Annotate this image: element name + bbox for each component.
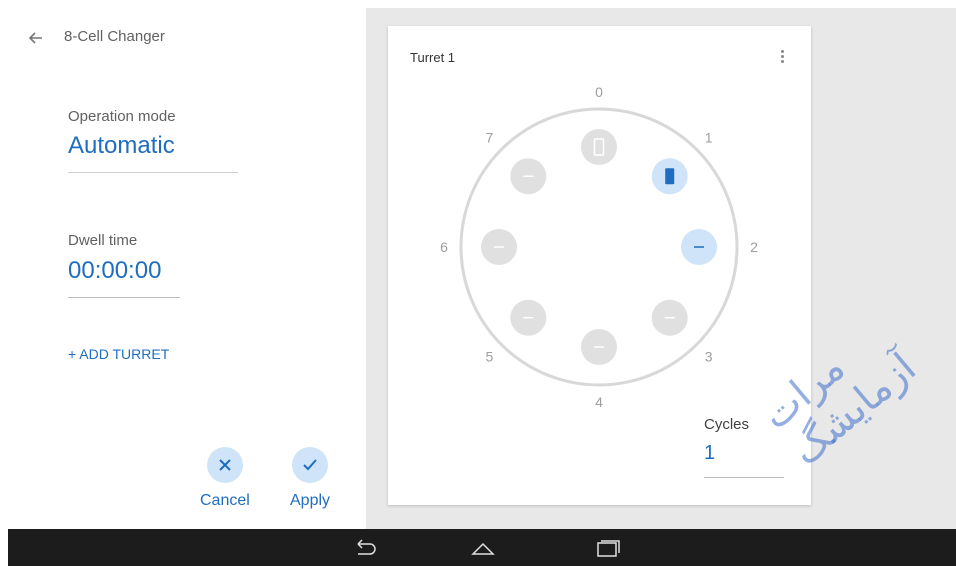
- cycles-underline: [704, 477, 784, 478]
- slot-number-5: 5: [486, 349, 494, 365]
- nav-recents-icon[interactable]: [594, 538, 620, 558]
- system-navbar: [8, 529, 956, 566]
- cancel-label[interactable]: Cancel: [200, 492, 250, 510]
- cycles-input[interactable]: 1: [704, 442, 715, 465]
- operation-mode-label: Operation mode: [68, 108, 176, 125]
- dwell-time-label: Dwell time: [68, 232, 138, 249]
- slot-number-4: 4: [595, 394, 603, 410]
- turret-wheel: 0 1 2 3 4 5 6 7: [440, 84, 758, 410]
- slot-number-1: 1: [705, 129, 713, 145]
- app-window: 8-Cell Changer Operation mode Automatic …: [8, 8, 956, 566]
- nav-home-icon[interactable]: [470, 538, 496, 558]
- slot-number-2: 2: [750, 239, 758, 255]
- turret-slot-2[interactable]: [681, 229, 717, 265]
- apply-button[interactable]: [292, 447, 328, 483]
- settings-panel: 8-Cell Changer Operation mode Automatic …: [8, 8, 366, 529]
- cycles-label: Cycles: [704, 416, 750, 433]
- cancel-button[interactable]: [207, 447, 243, 483]
- slot-number-0: 0: [595, 84, 603, 100]
- slot-number-6: 6: [440, 239, 448, 255]
- add-turret-button[interactable]: + ADD TURRET: [68, 346, 169, 362]
- turret-slot-1[interactable]: [651, 158, 688, 195]
- page-title: 8-Cell Changer: [64, 28, 165, 45]
- operation-mode-value[interactable]: Automatic: [68, 132, 175, 160]
- apply-label[interactable]: Apply: [290, 492, 330, 510]
- slot-number-3: 3: [705, 349, 713, 365]
- dwell-time-input[interactable]: 00:00:00: [68, 257, 161, 285]
- turret-slot-6[interactable]: [481, 229, 517, 265]
- dwell-time-underline: [68, 297, 180, 298]
- turret-slot-4[interactable]: [581, 329, 617, 365]
- check-icon: [303, 459, 317, 471]
- close-icon: [219, 459, 231, 471]
- cuvette-icon: [665, 168, 675, 185]
- nav-back-icon[interactable]: [352, 538, 378, 558]
- turret-card: Turret 1 01234567 Cycles 1: [388, 26, 811, 505]
- operation-mode-underline: [68, 172, 238, 173]
- turret-slot-7[interactable]: [510, 158, 547, 195]
- arrow-left-icon[interactable]: [26, 28, 46, 48]
- turret-slot-0[interactable]: [581, 129, 617, 165]
- turret-slot-3[interactable]: [651, 299, 688, 336]
- turret-slot-5[interactable]: [510, 299, 547, 336]
- slot-number-7: 7: [486, 129, 494, 145]
